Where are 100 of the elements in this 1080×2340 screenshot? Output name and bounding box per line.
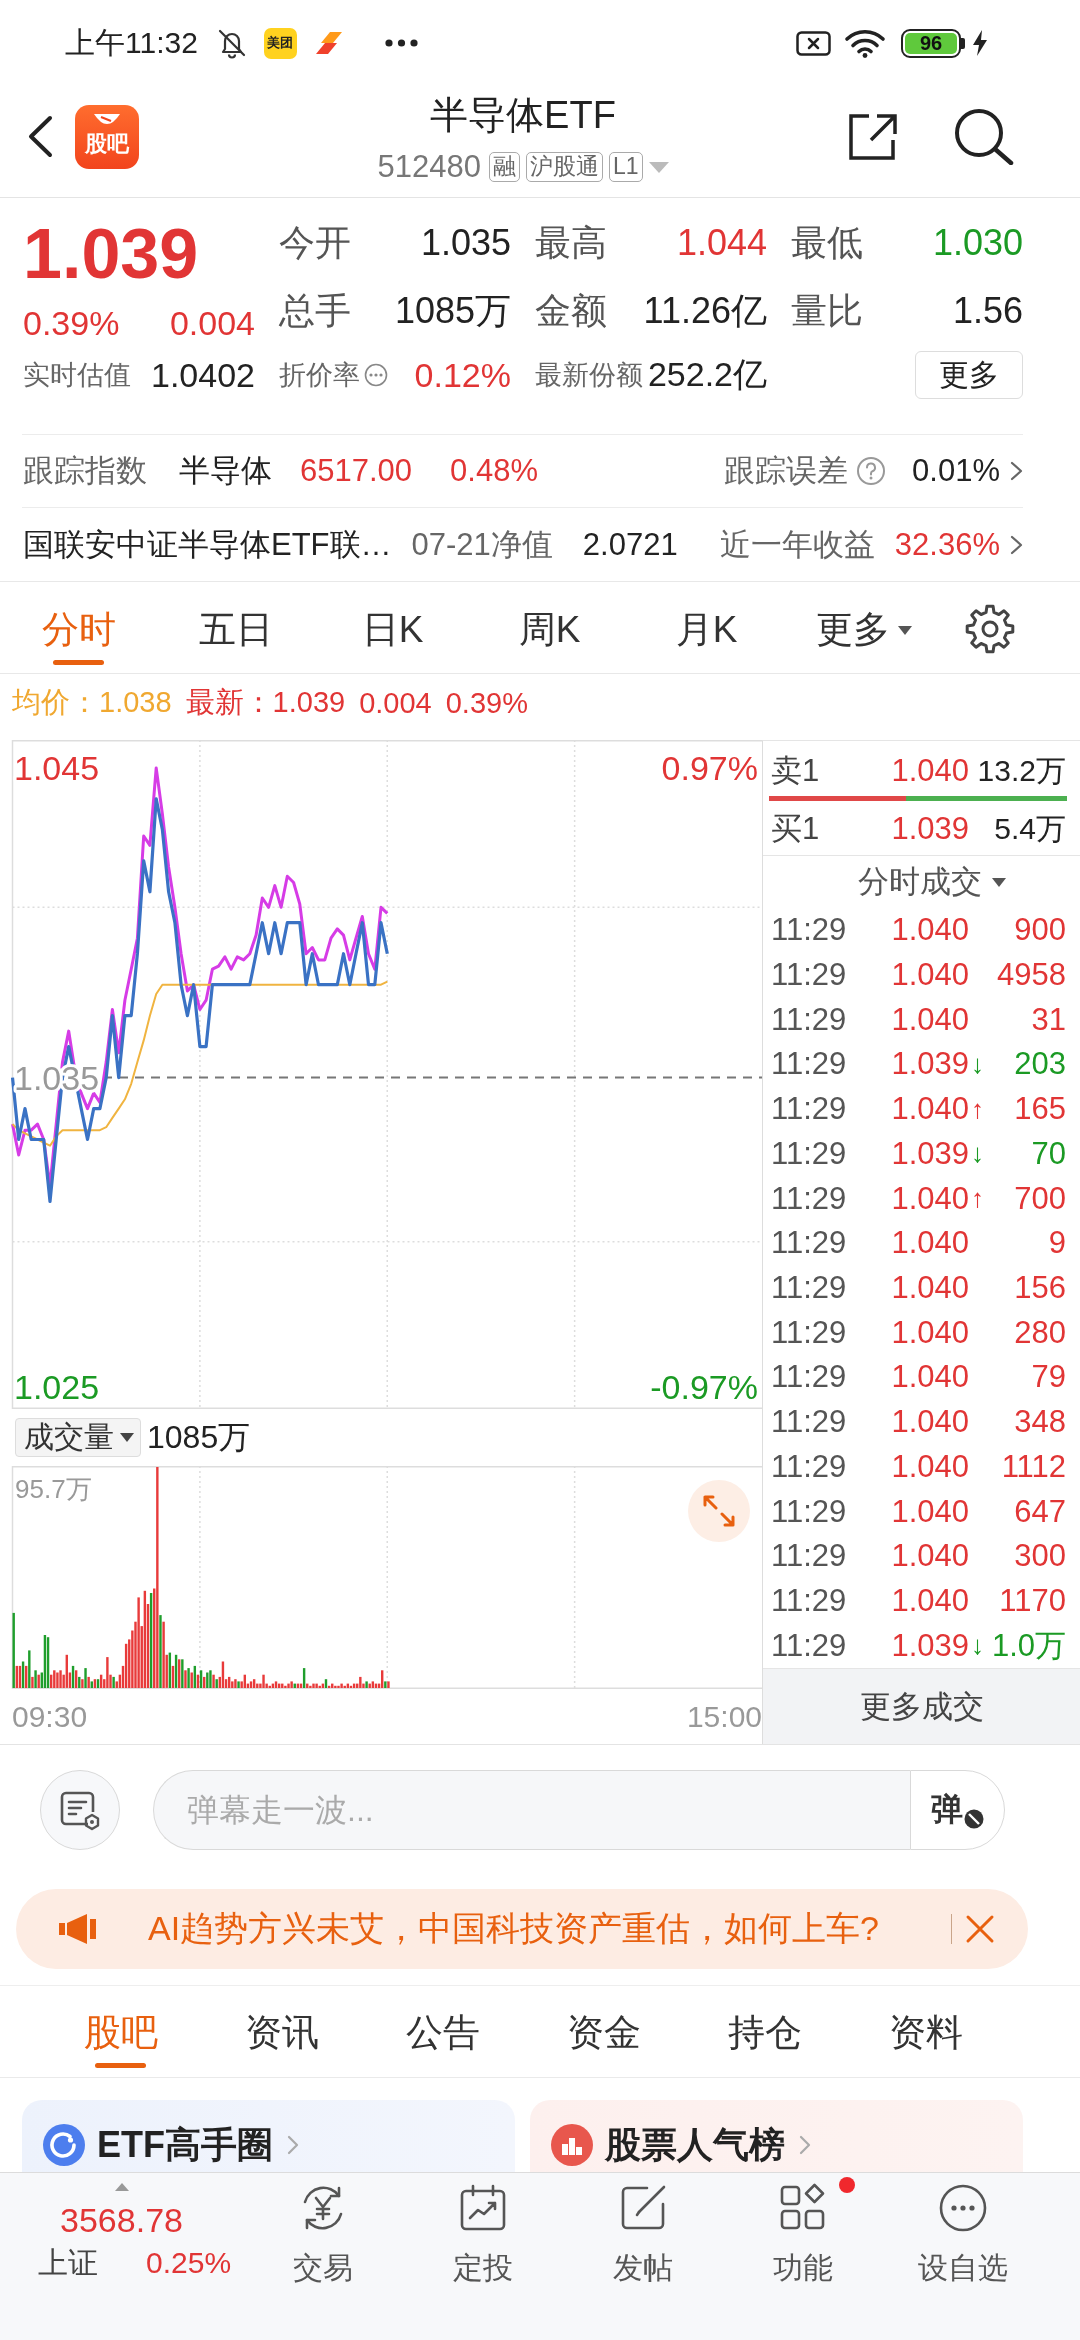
stat-value: 1.035	[420, 222, 511, 264]
chart-legend-text: 0.004	[359, 686, 432, 720]
trade-price: 1.040	[890, 1582, 969, 1619]
dots-circle-icon[interactable]	[364, 363, 388, 387]
trade-volume: 156	[1013, 1270, 1066, 1306]
nav-value: 2.0721	[582, 526, 678, 563]
trade-time: 11:29	[771, 1001, 848, 1038]
more-button[interactable]: 更多	[915, 351, 1023, 399]
order-level-volume: 13.2万	[976, 752, 1066, 789]
nav-button[interactable]: 发帖	[563, 2173, 723, 2340]
stat-value: 1085万	[394, 288, 511, 333]
nav-button[interactable]: 交易	[243, 2173, 403, 2340]
order-level-price: 1.040	[890, 753, 969, 789]
danmaku-toggle-button[interactable]: 弹	[910, 1770, 1005, 1850]
index-value: 3568.78	[59, 2200, 184, 2240]
detail-label: 折价率	[279, 359, 360, 392]
close-button[interactable]	[965, 1914, 995, 1944]
trades-selector[interactable]: 分时成交	[857, 861, 1006, 903]
trade-time: 11:29	[771, 1582, 848, 1619]
content-tab[interactable]: 资料	[845, 1986, 1006, 2077]
return-label: 近一年收益	[719, 525, 875, 564]
trade-volume: 300	[1013, 1538, 1066, 1575]
trade-price: 1.040	[890, 1091, 969, 1128]
caret-down-icon	[991, 877, 1006, 887]
page-title: 半导体ETF	[430, 93, 616, 137]
chart-tab[interactable]: 月K	[628, 582, 785, 673]
expand-icon	[702, 1494, 736, 1528]
stat-value: 1.044	[676, 222, 767, 264]
banner-text: AI趋势方兴未艾，中国科技资产重估，如何上车?	[148, 1908, 880, 1949]
trade-time: 11:29	[771, 1225, 848, 1262]
more-dots-icon	[384, 39, 418, 47]
feature-card[interactable]: ETF高手圈	[22, 2100, 515, 2172]
index-change: 0.25%	[146, 2245, 232, 2281]
trade-volume: 647	[1013, 1493, 1066, 1530]
percent-axis-label: -0.97%	[650, 1368, 758, 1407]
trade-price: 1.040	[890, 1493, 969, 1530]
market-tag: 沪股通	[525, 152, 603, 182]
trade-volume: 1.0万	[990, 1626, 1066, 1665]
chart-tab[interactable]: 周K	[471, 582, 628, 673]
trade-time: 11:29	[771, 1359, 848, 1396]
content-tab[interactable]: 资讯	[201, 1986, 362, 2077]
trade-price: 1.040	[890, 1359, 969, 1396]
nav-button[interactable]: 定投	[403, 2173, 563, 2340]
chart-legend-text: 最新：1.039	[185, 685, 346, 720]
detail-label: 最新份额	[535, 359, 643, 392]
price-axis-label: 1.025	[14, 1368, 100, 1407]
stat-label: 量比	[791, 288, 863, 333]
order-level-label: 卖1	[771, 752, 821, 790]
trade-volume: 4958	[996, 957, 1066, 994]
detail-value: 1.0402	[151, 355, 255, 395]
danmaku-input[interactable]: 弹幕走一波...	[153, 1770, 910, 1850]
time-axis-label: 15:00	[686, 1699, 762, 1734]
trade-volume: 70	[1030, 1135, 1066, 1172]
trade-price: 1.040	[890, 1538, 969, 1575]
stat-value: 11.26亿	[643, 288, 767, 333]
chevron-icon	[1010, 534, 1023, 555]
trade-price: 1.040	[890, 1404, 969, 1441]
share-icon[interactable]	[847, 112, 899, 162]
chevron-icon	[287, 2135, 299, 2155]
chart-tab[interactable]: 更多	[785, 582, 942, 673]
back-icon[interactable]	[27, 115, 53, 158]
stat-label: 金额	[535, 288, 607, 333]
stat-label: 最低	[791, 220, 863, 265]
change-percent: 0.39%	[23, 303, 120, 343]
index-name: 半导体	[179, 452, 272, 490]
stat-label: 今开	[279, 220, 351, 265]
content-tab[interactable]: 资金	[523, 1986, 684, 2077]
chart-tab[interactable]: 五日	[157, 582, 314, 673]
fund-name[interactable]: 国联安中证半导体ETF联…	[23, 523, 392, 566]
chart-tab[interactable]: 日K	[314, 582, 471, 673]
trade-volume: 348	[1013, 1404, 1066, 1441]
chevron-icon	[1010, 461, 1023, 481]
nav-button[interactable]: 功能	[723, 2173, 883, 2340]
market-tag: 融	[488, 152, 520, 182]
volume-axis-label: 95.7万	[15, 1474, 92, 1504]
ring-icon	[43, 2124, 85, 2166]
detail-value: 252.2亿	[647, 354, 767, 395]
trade-price: 1.040	[890, 1448, 969, 1485]
stat-value: 1.030	[932, 222, 1023, 264]
trade-time: 11:29	[771, 1091, 848, 1128]
settings-icon[interactable]	[965, 604, 1015, 654]
ban-icon	[964, 1809, 984, 1829]
trade-time: 11:29	[771, 1627, 848, 1664]
content-tab[interactable]: 公告	[362, 1986, 523, 2077]
feature-card[interactable]: 股票人气榜	[530, 2100, 1023, 2172]
chart-legend-text: 均价：1.038	[12, 685, 172, 720]
help-icon[interactable]	[856, 456, 887, 486]
trade-volume: 900	[1013, 912, 1066, 949]
content-tab[interactable]: 持仓	[684, 1986, 845, 2077]
trade-price: 1.039	[890, 1627, 969, 1664]
indicator-selector[interactable]: 成交量	[15, 1418, 141, 1457]
trade-volume: 31	[1030, 1001, 1066, 1038]
trade-direction: ↑	[970, 1183, 985, 1215]
nav-button[interactable]: 设自选	[883, 2173, 1043, 2340]
trade-direction: ↓	[970, 1630, 985, 1662]
more-trades-button[interactable]: 更多成交	[763, 1668, 1080, 1744]
trade-price: 1.040	[890, 1180, 969, 1217]
trade-volume: 280	[1013, 1314, 1066, 1351]
wifi-icon	[844, 28, 886, 58]
search-icon[interactable]	[953, 107, 1015, 165]
